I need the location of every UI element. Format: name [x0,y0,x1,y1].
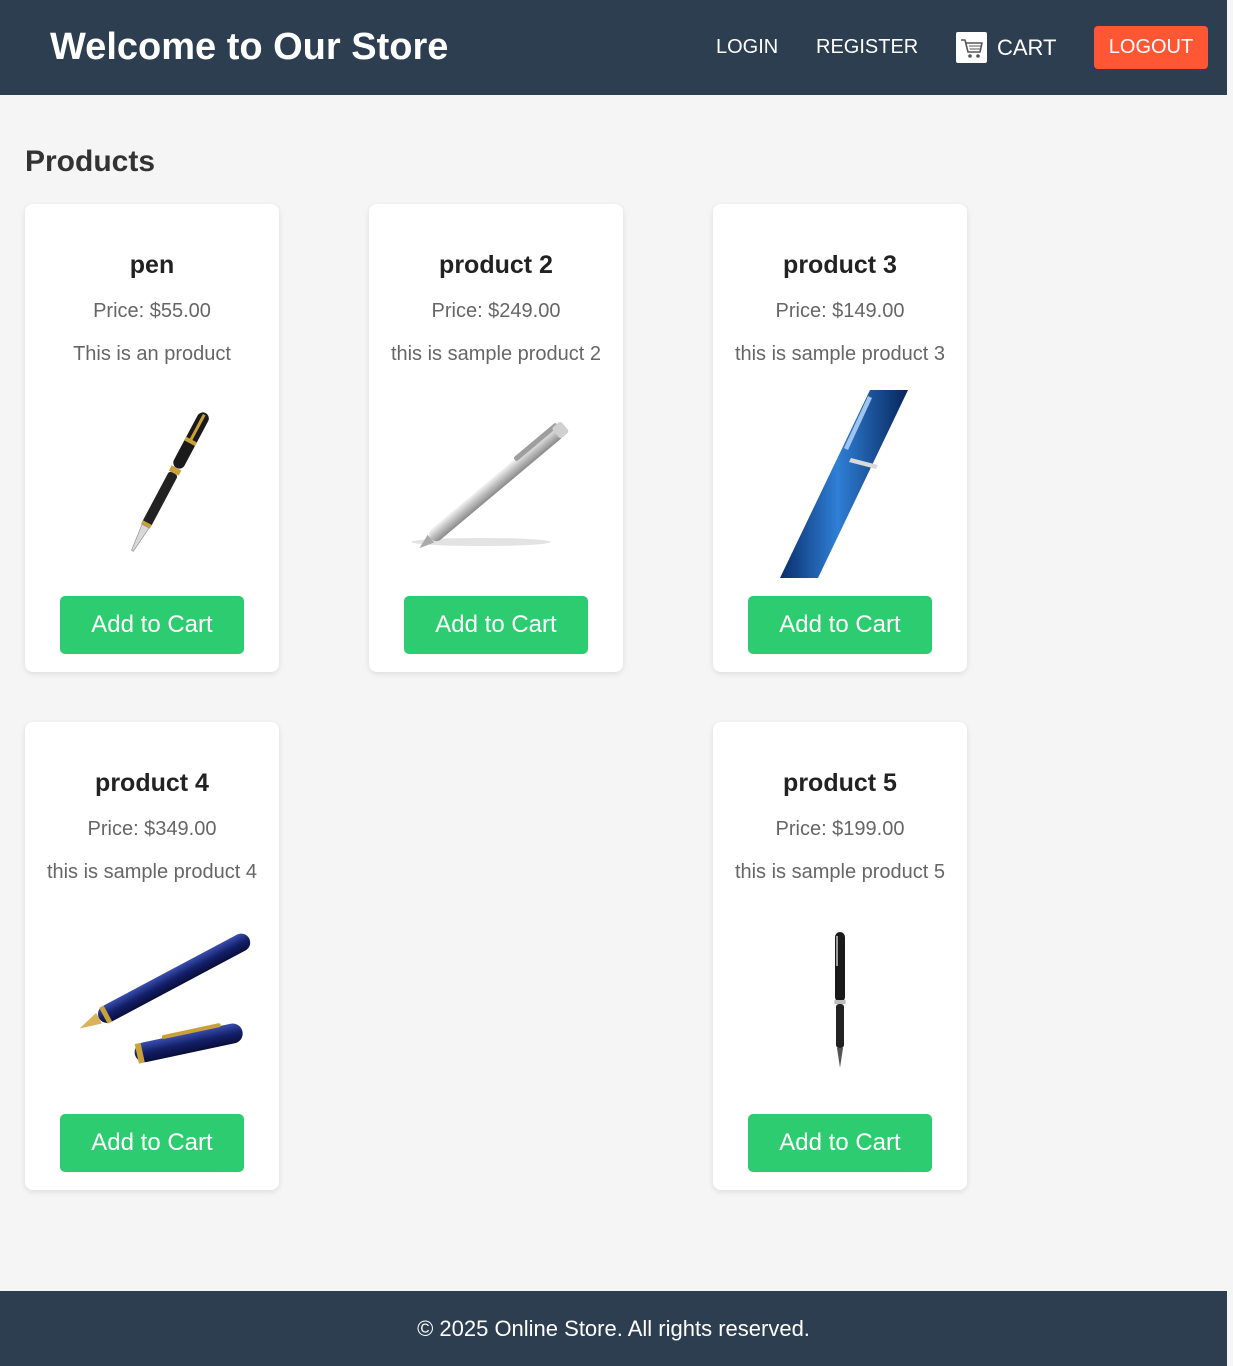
product-description: this is sample product 3 [734,343,946,365]
product-card: product 2 Price: $249.00 this is sample … [369,204,623,672]
products-heading: Products [25,145,156,178]
add-to-cart-button[interactable]: Add to Cart [404,596,588,654]
product-image-product-4 [42,908,262,1096]
product-card: product 4 Price: $349.00 this is sample … [25,722,279,1190]
site-footer: © 2025 Online Store. All rights reserved… [0,1291,1227,1366]
product-name: product 3 [783,251,897,279]
product-price: Price: $199.00 [775,818,905,840]
footer-copyright: © 2025 Online Store. All rights reserved… [417,1316,810,1341]
product-name: product 2 [439,251,553,279]
nav-cart-label: CART [997,35,1057,60]
nav-cart-link[interactable]: CART [956,32,1057,63]
product-description: This is an product [73,343,231,365]
product-price: Price: $55.00 [93,300,211,322]
site-header: Welcome to Our Store LOGIN REGISTER CART… [0,0,1227,95]
product-image-product-5 [730,908,950,1096]
logout-button[interactable]: LOGOUT [1094,26,1208,69]
product-price: Price: $349.00 [87,818,217,840]
product-image-product-2 [386,390,606,578]
product-name: product 5 [783,769,897,797]
product-image-pen [42,390,262,578]
product-card: product 3 Price: $149.00 this is sample … [713,204,967,672]
product-name: product 4 [95,769,209,797]
add-to-cart-button[interactable]: Add to Cart [748,1114,932,1172]
site-title: Welcome to Our Store [50,26,449,68]
product-description: this is sample product 4 [46,861,258,883]
product-card: product 5 Price: $199.00 this is sample … [713,722,967,1190]
nav-login-link[interactable]: LOGIN [716,35,778,59]
add-to-cart-button[interactable]: Add to Cart [60,596,244,654]
product-description: this is sample product 5 [734,861,946,883]
product-card: pen Price: $55.00 This is an product Add… [25,204,279,672]
product-name: pen [129,251,175,279]
product-description: this is sample product 2 [390,343,602,365]
nav-register-link[interactable]: REGISTER [816,35,918,59]
shopping-cart-icon [956,32,987,63]
add-to-cart-button[interactable]: Add to Cart [60,1114,244,1172]
product-price: Price: $149.00 [775,300,905,322]
add-to-cart-button[interactable]: Add to Cart [748,596,932,654]
product-price: Price: $249.00 [431,300,561,322]
product-image-product-3 [730,390,950,578]
